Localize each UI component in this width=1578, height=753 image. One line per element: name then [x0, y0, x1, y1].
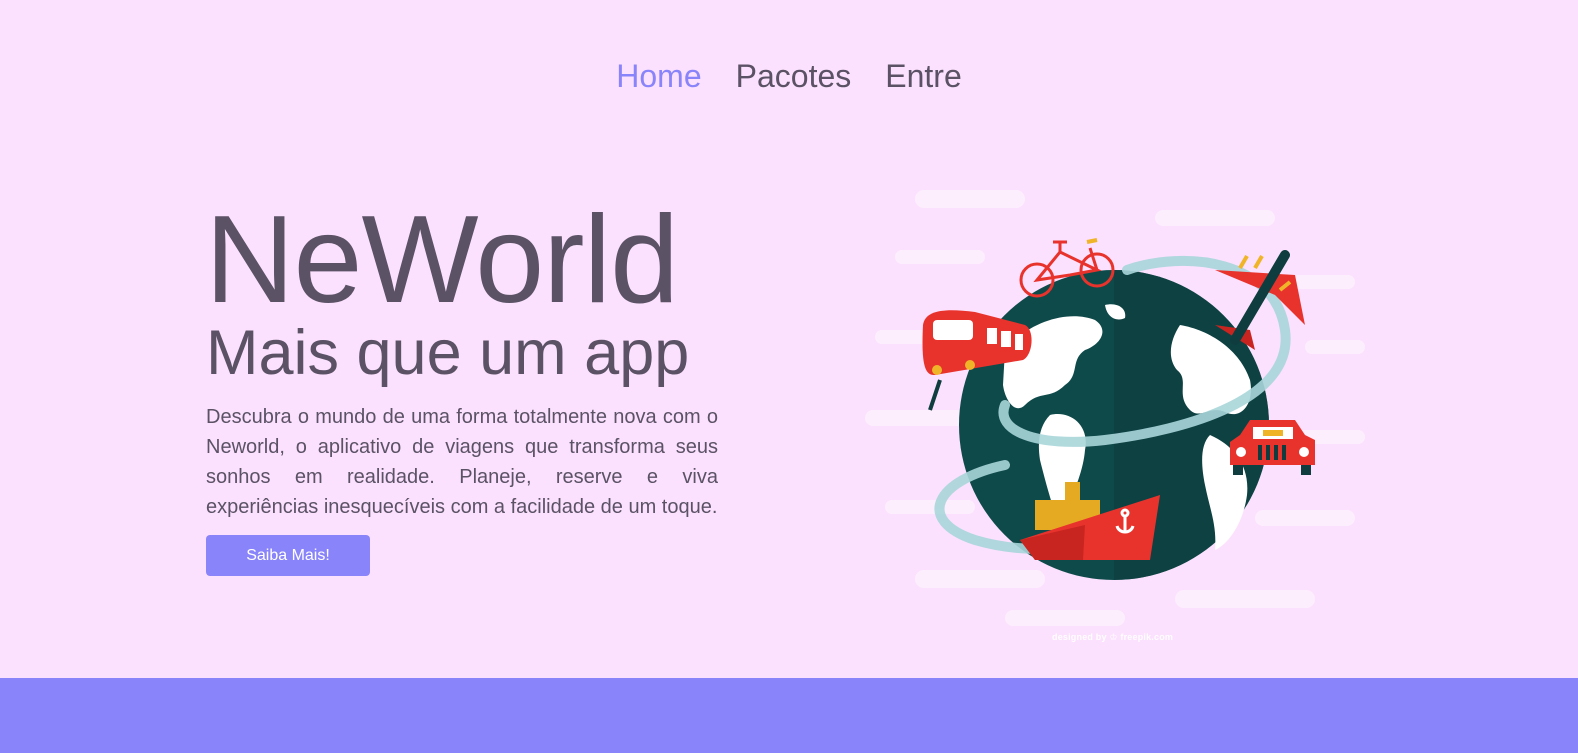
hero-description: Descubra o mundo de uma forma totalmente…	[206, 406, 718, 518]
freepik-credit: designed by ♔ freepik.com	[1052, 632, 1174, 642]
nav-link-home[interactable]: Home	[616, 58, 701, 95]
saiba-mais-button[interactable]: Saiba Mais!	[206, 535, 370, 576]
main-nav: Home Pacotes Entre	[0, 58, 1578, 95]
hero-title: NeWorld	[205, 191, 679, 329]
hero-subtitle: Mais que um app	[206, 318, 690, 388]
nav-link-entre[interactable]: Entre	[885, 58, 961, 95]
features-section	[0, 678, 1578, 753]
nav-link-pacotes[interactable]: Pacotes	[736, 58, 852, 95]
globe-illustration	[855, 180, 1375, 650]
page: Home Pacotes Entre NeWorld Mais que um a…	[0, 0, 1578, 753]
